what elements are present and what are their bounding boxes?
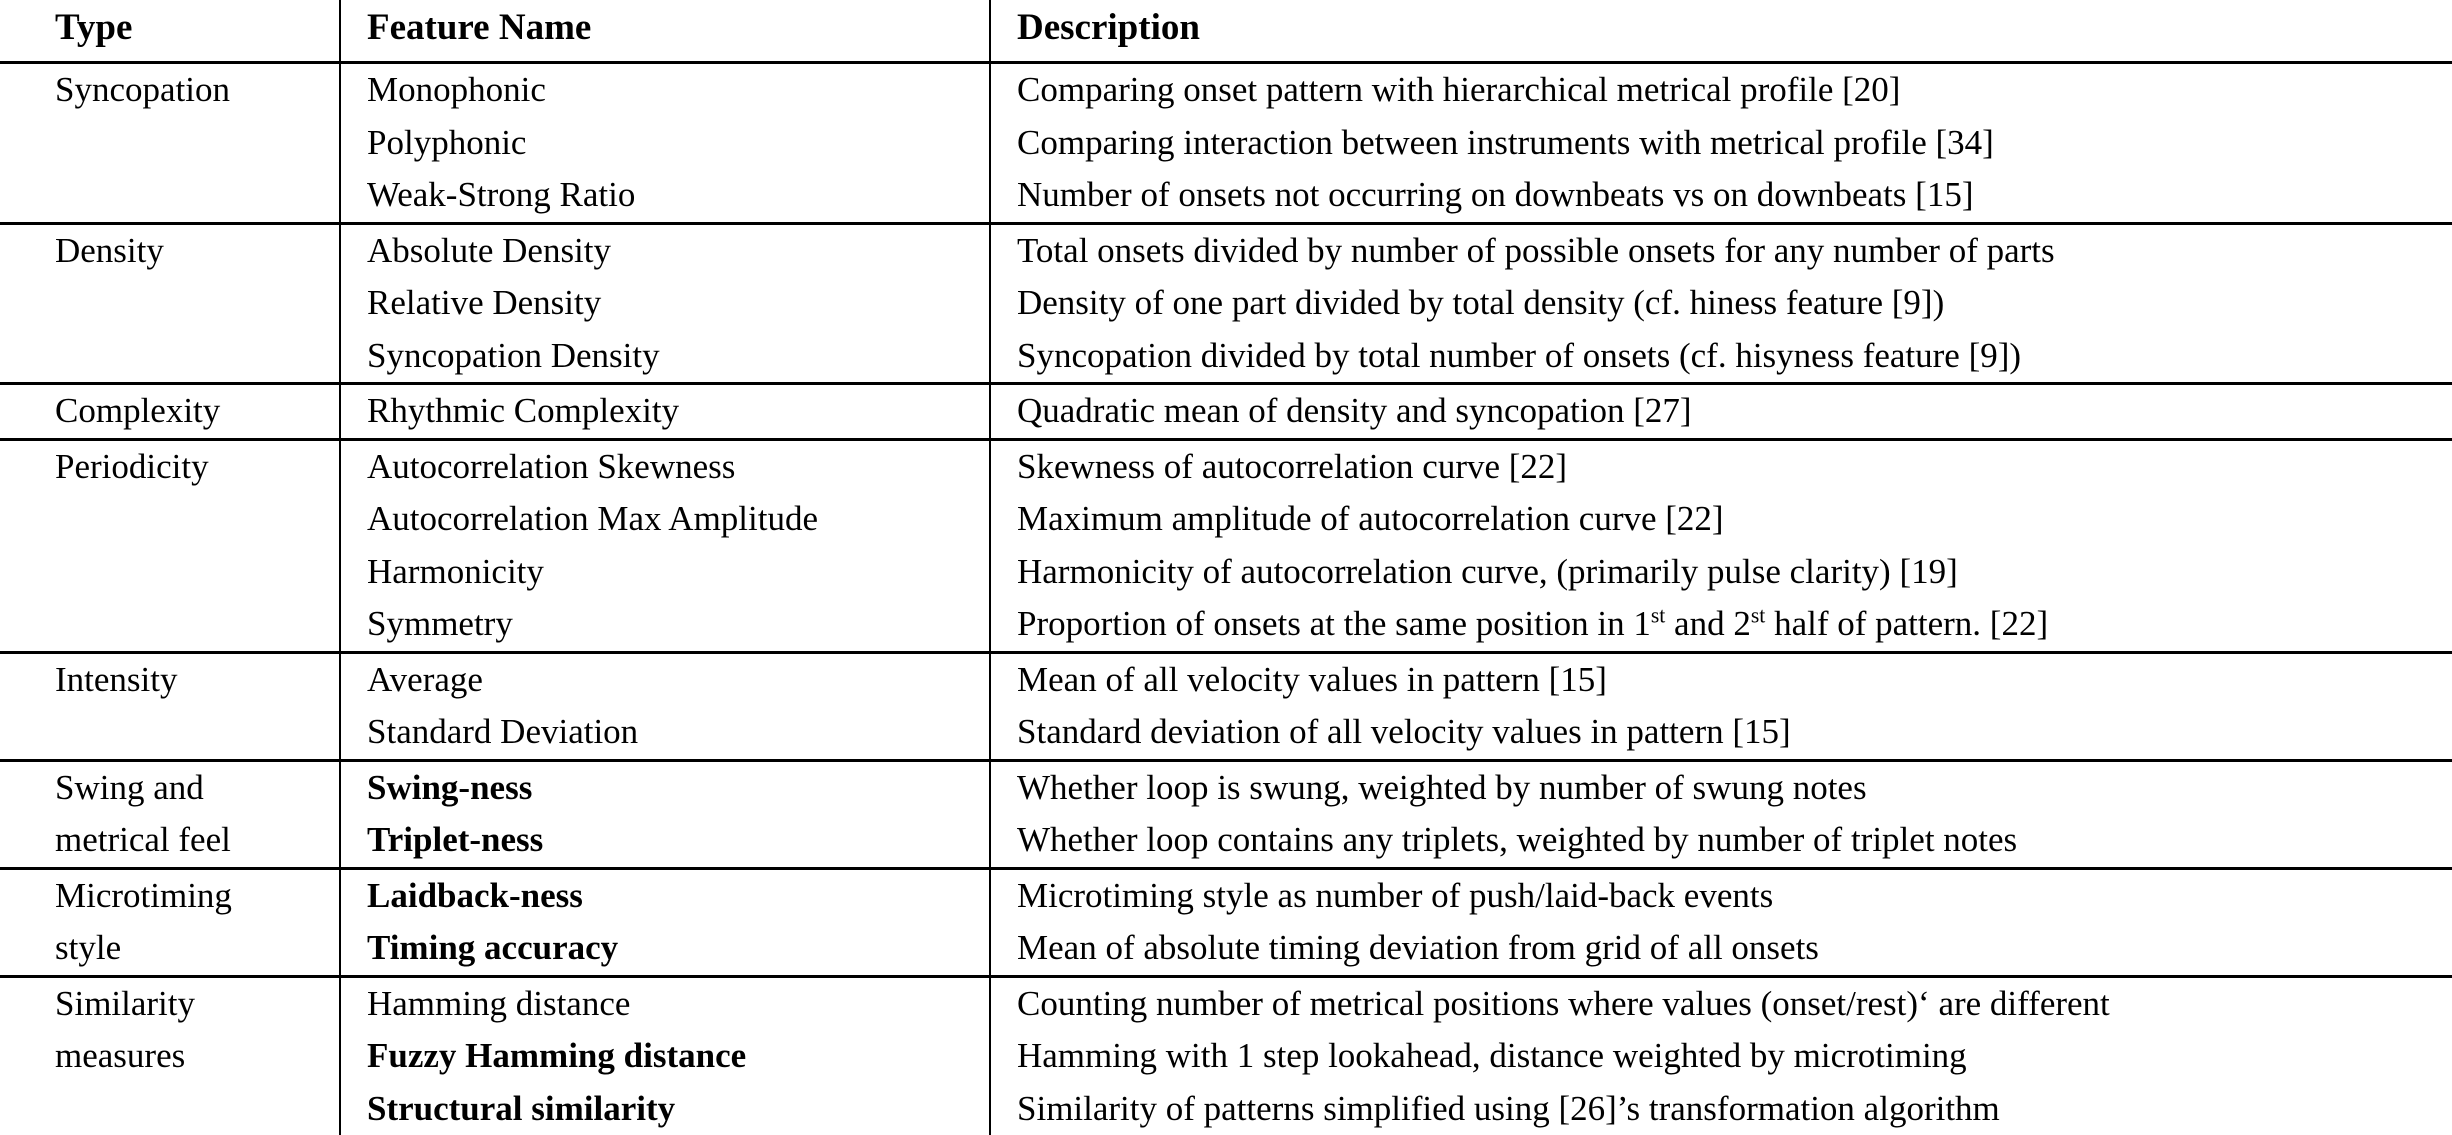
table-row: Syncopation Monophonic Comparing onset pat… [0, 62, 2452, 117]
feature-description: Counting number of metrical positions wh… [989, 974, 2452, 1031]
feature-name: Average [339, 650, 990, 707]
feature-name: Standard Deviation [339, 706, 990, 761]
feature-table-container: Type Feature Name Description Syncopatio… [0, 0, 2452, 1135]
feature-description: Similarity of patterns simplified using … [989, 1082, 2452, 1135]
type-label-empty [0, 546, 340, 599]
feature-name: Autocorrelation Skewness [339, 437, 990, 494]
type-label-empty [0, 598, 340, 652]
type-label: metrical feel [55, 820, 231, 860]
feature-name: Rhythmic Complexity [339, 382, 990, 440]
table-row: Density Absolute Density Total onsets divi… [0, 221, 2452, 278]
feature-description: Comparing interaction between instrument… [989, 116, 2452, 170]
feature-name: Absolute Density [339, 221, 990, 278]
feature-description: Microtiming style as number of push/laid… [989, 866, 2452, 923]
feature-description: Whether loop contains any triplets, weig… [989, 814, 2452, 869]
feature-description: Skewness of autocorrelation curve [22] [989, 437, 2452, 494]
table-row: Similarity Hamming distance Counting numbe… [0, 974, 2452, 1031]
feature-description: Density of one part divided by total den… [989, 277, 2452, 330]
feature-name: Fuzzy Hamming distance [339, 1030, 990, 1083]
feature-description: Maximum amplitude of autocorrelation cur… [989, 493, 2452, 546]
table-row: Syncopation Density Syncopation divided b… [0, 329, 2452, 384]
feature-description: Total onsets divided by number of possib… [989, 221, 2452, 278]
type-label: measures [55, 1036, 186, 1076]
table-row: Polyphonic Comparing interaction between … [0, 116, 2452, 170]
type-label-empty [0, 493, 340, 546]
feature-description: Quadratic mean of density and syncopatio… [989, 382, 2452, 440]
feature-name: Weak-Strong Ratio [339, 169, 990, 224]
feature-name: Triplet-ness [339, 814, 990, 869]
table-row: Autocorrelation Max Amplitude Maximum amp… [0, 493, 2452, 546]
table-body: Syncopation Monophonic Comparing onset pat… [0, 62, 2452, 1135]
table-row: Harmonicity Harmonicity of autocorrelatio… [0, 545, 2452, 599]
column-header-type: Type [0, 0, 340, 65]
feature-name: Relative Density [339, 277, 990, 330]
feature-name: Timing accuracy [339, 922, 990, 977]
table-row: style Timing accuracy Mean of absolute tim… [0, 922, 2452, 977]
rhythmic-feature-table: Type Feature Name Description Syncopatio… [0, 0, 2452, 1135]
table-row: Symmetry Proportion of onsets at the same… [0, 598, 2452, 653]
type-label-empty [0, 277, 340, 330]
feature-description: Standard deviation of all velocity value… [989, 706, 2452, 761]
type-label: Periodicity [0, 437, 340, 494]
feature-description: Syncopation divided by total number of o… [989, 329, 2452, 384]
feature-description: Mean of absolute timing deviation from g… [989, 922, 2452, 977]
type-label-empty [0, 1083, 340, 1135]
feature-name: Swing-ness [339, 758, 990, 815]
feature-description: Number of onsets not occurring on downbe… [989, 169, 2452, 224]
table-row: Standard Deviation Standard deviation of … [0, 706, 2452, 761]
type-label-empty [0, 117, 340, 170]
table-row: Swing and Swing-ness Whether loop is swung… [0, 758, 2452, 815]
feature-name: Laidback-ness [339, 866, 990, 923]
type-label: Similarity [0, 974, 340, 1031]
feature-description: Comparing onset pattern with hierarchica… [989, 62, 2452, 117]
type-label: style [55, 928, 122, 968]
table-header-row: Type Feature Name Description [0, 0, 2452, 65]
type-label: Complexity [0, 382, 340, 440]
table-row: Complexity Rhythmic Complexity Quadratic m… [0, 382, 2452, 440]
table-row: Microtiming Laidback-ness Microtiming styl… [0, 866, 2452, 923]
table-row: measures Fuzzy Hamming distance Hamming wi… [0, 1030, 2452, 1083]
table-row: Weak-Strong Ratio Number of onsets not oc… [0, 169, 2452, 224]
table-row: Intensity Average Mean of all velocity val… [0, 650, 2452, 707]
feature-name: Symmetry [339, 598, 990, 653]
type-label: Swing and [0, 758, 340, 815]
table-row: metrical feel Triplet-ness Whether loop co… [0, 814, 2452, 869]
feature-name: Monophonic [339, 62, 990, 117]
feature-description: Harmonicity of autocorrelation curve, (p… [989, 545, 2452, 599]
feature-name: Syncopation Density [339, 329, 990, 384]
table-row: Relative Density Density of one part divi… [0, 277, 2452, 330]
table-header: Type Feature Name Description [0, 0, 2452, 65]
feature-description: Proportion of onsets at the same positio… [989, 598, 2452, 653]
table-row: Structural similarity Similarity of patte… [0, 1082, 2452, 1135]
type-label-empty [0, 330, 340, 384]
feature-name: Polyphonic [339, 116, 990, 170]
feature-name: Structural similarity [339, 1082, 990, 1135]
type-label: Microtiming [0, 866, 340, 923]
type-label: Syncopation [55, 70, 230, 110]
feature-description: Whether loop is swung, weighted by numbe… [989, 758, 2452, 815]
type-label-empty [0, 169, 340, 223]
feature-description: Mean of all velocity values in pattern [… [989, 650, 2452, 707]
table-row: Periodicity Autocorrelation Skewness Skewn… [0, 437, 2452, 494]
type-label-empty [0, 706, 340, 760]
type-label: Density [0, 221, 340, 278]
type-label: Intensity [0, 650, 340, 707]
feature-name: Autocorrelation Max Amplitude [339, 493, 990, 546]
feature-name: Hamming distance [339, 974, 990, 1031]
column-header-description: Description [989, 0, 2452, 65]
feature-name: Harmonicity [339, 545, 990, 599]
feature-description: Hamming with 1 step lookahead, distance … [989, 1030, 2452, 1083]
column-header-feature-name: Feature Name [339, 0, 990, 65]
